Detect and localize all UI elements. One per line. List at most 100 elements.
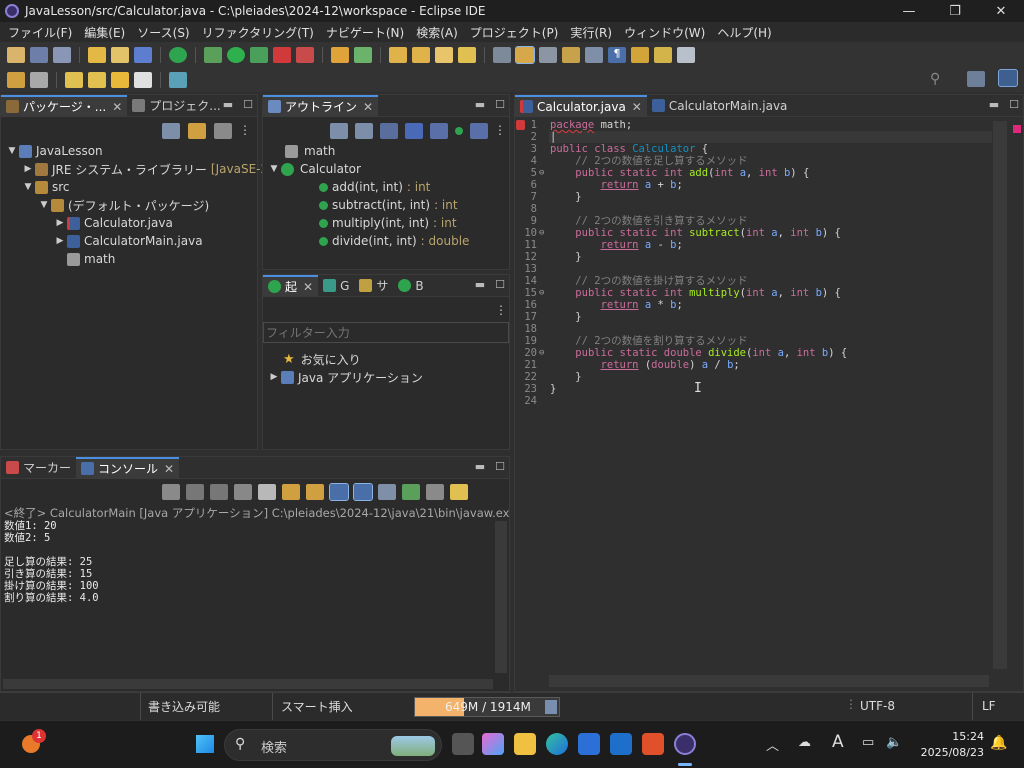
close-icon[interactable]: ✕ (363, 100, 373, 114)
new-console-icon[interactable] (450, 484, 468, 500)
expand-icon[interactable]: ▶ (267, 372, 281, 382)
breadcrumb-icon[interactable] (539, 46, 557, 63)
outline-class[interactable]: ▼ Calculator (267, 160, 361, 178)
eclipse-taskbar-icon[interactable] (674, 733, 696, 755)
launch-item-favorites[interactable]: ★ お気に入り (283, 350, 361, 368)
outline-method[interactable]: add(int, int) : int (319, 178, 430, 196)
annotation-icon[interactable] (7, 71, 25, 88)
prev-edit-icon[interactable] (631, 46, 649, 63)
highlight-icon[interactable] (515, 45, 535, 64)
wand-icon[interactable] (458, 46, 476, 63)
filter-icon[interactable] (214, 123, 232, 139)
tree-item-calculatormain[interactable]: ▶ CalculatorMain.java (53, 232, 203, 250)
ime-indicator[interactable]: A (832, 732, 844, 752)
link-icon[interactable] (493, 46, 511, 63)
console-view-icon[interactable] (134, 46, 152, 63)
pin-console-icon[interactable] (378, 484, 396, 500)
open-perspective-icon[interactable] (967, 71, 985, 87)
console-horizontal-scrollbar[interactable] (3, 679, 493, 689)
coverage-icon[interactable] (250, 46, 268, 63)
network-icon[interactable]: ▭ (862, 735, 874, 750)
copilot-icon[interactable] (482, 733, 504, 755)
fold-icon[interactable]: ⊖ (539, 287, 544, 299)
brave-icon[interactable] (642, 733, 664, 755)
remove-launch-icon[interactable] (210, 484, 228, 500)
expand-icon[interactable]: ▶ (53, 236, 67, 246)
pin-icon[interactable] (677, 46, 695, 63)
menu-search[interactable]: 検索(A) (410, 24, 464, 41)
taskbar-search[interactable]: ⚲ 検索 (224, 729, 442, 761)
block-selection-icon[interactable] (585, 46, 603, 63)
minimize-icon[interactable]: ▬ (989, 98, 999, 111)
view-menu-icon[interactable]: ⋮ (495, 303, 507, 317)
undo-icon[interactable] (88, 46, 106, 63)
tab-calculatormain-java[interactable]: CalculatorMain.java (647, 95, 793, 117)
minimize-button[interactable]: — (886, 0, 932, 22)
clock-date[interactable]: 2025/08/23 (918, 746, 984, 759)
expand-icon[interactable]: ▶ (53, 218, 67, 228)
tab-package-explorer[interactable]: パッケージ・... ✕ (1, 94, 128, 117)
menu-file[interactable]: ファイル(F) (2, 24, 78, 41)
tab-launch[interactable]: 起 ✕ (263, 274, 319, 297)
horizontal-scrollbar[interactable] (549, 675, 989, 687)
new-java-project-icon[interactable] (331, 46, 349, 63)
remove-all-icon[interactable] (234, 484, 252, 500)
close-button[interactable]: ✕ (978, 0, 1024, 22)
tree-item-javalesson[interactable]: ▼ JavaLesson (5, 142, 103, 160)
external-tools-icon[interactable] (296, 46, 314, 63)
maximize-icon[interactable]: ☐ (495, 98, 505, 111)
tab-gradle[interactable]: G (318, 275, 354, 297)
skip-breakpoints-icon[interactable] (169, 46, 187, 63)
collapse-all-icon[interactable] (162, 123, 180, 139)
terminal-icon[interactable] (169, 71, 187, 88)
tree-item-default-package[interactable]: ▼ (デフォルト・パッケージ) (37, 196, 209, 214)
new-icon[interactable] (7, 46, 25, 63)
link-outline-icon[interactable] (470, 123, 488, 139)
tree-item-src[interactable]: ▼ src (21, 178, 70, 196)
task-view-icon[interactable] (452, 733, 474, 755)
outline-method[interactable]: subtract(int, int) : int (319, 196, 458, 214)
close-icon[interactable]: ✕ (164, 462, 174, 476)
last-edit-icon[interactable] (65, 71, 83, 88)
heap-status[interactable]: 649M / 1914M (414, 697, 560, 717)
minimize-icon[interactable]: ▬ (475, 460, 485, 473)
open-type-icon[interactable] (389, 46, 407, 63)
menu-window[interactable]: ウィンドウ(W) (618, 24, 711, 41)
encoding-status[interactable]: UTF-8 (860, 699, 895, 713)
close-icon[interactable]: ✕ (112, 100, 122, 114)
word-wrap-icon[interactable] (306, 484, 324, 500)
minimize-icon[interactable]: ▬ (475, 98, 485, 111)
tab-console[interactable]: コンソール ✕ (76, 456, 180, 479)
relaunch-icon[interactable] (162, 484, 180, 500)
hide-local-types-icon[interactable] (455, 127, 463, 135)
menu-navigate[interactable]: ナビゲート(N) (320, 24, 410, 41)
tab-markers[interactable]: マーカー (1, 457, 76, 479)
store-icon[interactable] (578, 733, 600, 755)
display-console-icon[interactable] (402, 484, 420, 500)
fold-icon[interactable]: ⊖ (539, 227, 544, 239)
expand-icon[interactable]: ▼ (267, 164, 281, 174)
maximize-icon[interactable]: ☐ (495, 460, 505, 473)
redo-icon[interactable] (111, 46, 129, 63)
expand-icon[interactable]: ▶ (21, 164, 35, 174)
previous-annotation-icon[interactable] (30, 71, 48, 88)
stop-icon[interactable] (273, 46, 291, 63)
forward-icon[interactable] (134, 71, 152, 88)
menu-refactor[interactable]: リファクタリング(T) (196, 24, 320, 41)
minimize-icon[interactable]: ▬ (223, 98, 233, 111)
menu-project[interactable]: プロジェクト(P) (464, 24, 565, 41)
hide-nonpublic-icon[interactable] (430, 123, 448, 139)
clear-console-icon[interactable] (258, 484, 276, 500)
console-vertical-scrollbar[interactable] (495, 521, 507, 673)
open-console-icon[interactable] (426, 484, 444, 500)
menu-run[interactable]: 実行(R) (564, 24, 618, 41)
maximize-icon[interactable]: ☐ (243, 98, 253, 111)
file-explorer-icon[interactable] (514, 733, 536, 755)
windows-start-icon[interactable] (196, 735, 214, 753)
volume-icon[interactable]: 🔈 (886, 735, 902, 750)
tree-item-math[interactable]: math (53, 250, 115, 268)
vertical-scrollbar[interactable] (993, 121, 1007, 669)
sort-icon[interactable] (355, 123, 373, 139)
maximize-icon[interactable]: ☐ (1009, 98, 1019, 111)
expand-icon[interactable]: ▼ (37, 200, 51, 210)
